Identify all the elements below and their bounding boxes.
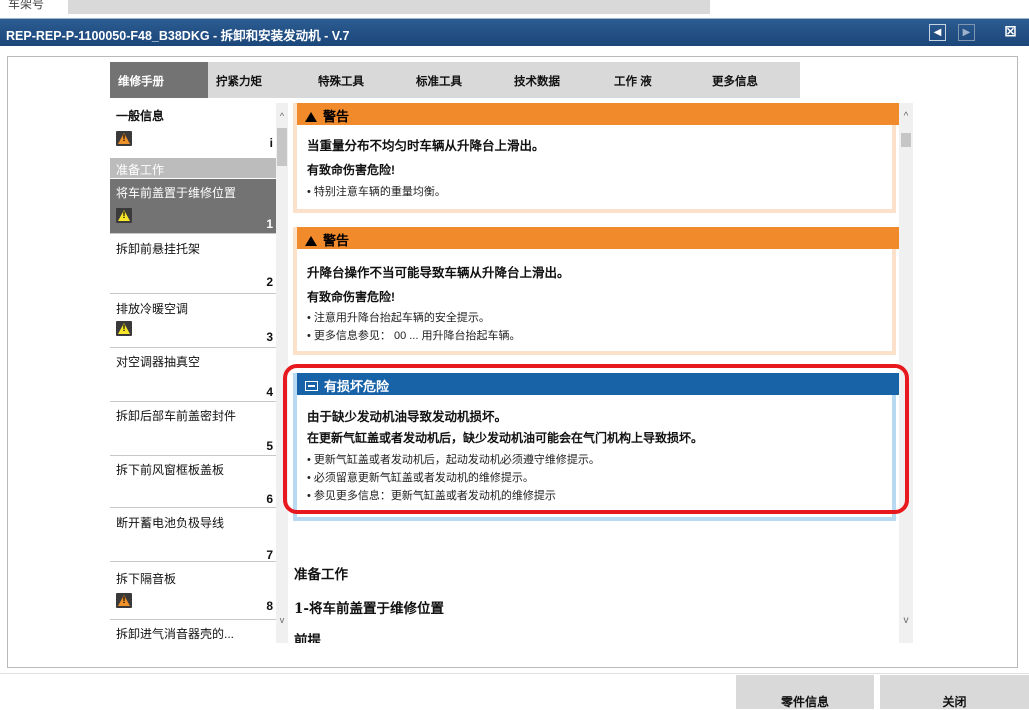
scroll-down-icon[interactable]: v — [276, 615, 288, 625]
warning-panel-2: 警告 升降台操作不当可能导致车辆从升降台上滑出。 有致命伤害危险! • 注意用升… — [293, 227, 899, 355]
note-icon — [305, 381, 318, 391]
prerequisite-title: 前提 — [294, 633, 321, 643]
bullet-text: • 注意用升降台抬起车辆的安全提示。 — [307, 312, 490, 324]
previous-icon[interactable]: ◀ — [929, 24, 946, 41]
bullet-text: • 更多信息参见： 00 ... 用升降台抬起车辆。 — [307, 330, 521, 342]
section-title: 准备工作 — [294, 567, 348, 583]
step-number: 7 — [266, 548, 273, 562]
notice-title: 有损坏危险 — [324, 380, 390, 395]
step-number: 6 — [266, 492, 273, 506]
list-item-step-9[interactable]: 拆卸进气消音器壳的... — [110, 619, 277, 643]
general-label: 一般信息 — [116, 109, 165, 123]
step-label: 断开蓄电池负极导线 — [116, 516, 225, 530]
warning-header: 警告 — [297, 227, 899, 249]
danger-text: 有致命伤害危险! — [307, 163, 395, 177]
damage-notice-panel: 有损坏危险 由于缺少发动机油导致发动机损坏。 在更新气缸盖或者发动机后，缺少发动… — [293, 373, 899, 521]
notice-text: 由于缺少发动机油导致发动机损坏。 — [307, 409, 508, 424]
bullet-text: • 特别注意车辆的重量均衡。 — [307, 186, 446, 198]
tab-torque[interactable]: 拧紧力矩 — [208, 62, 306, 98]
warning-orange-icon — [116, 131, 132, 146]
step-label: 对空调器抽真空 — [116, 355, 201, 369]
step-number: 8 — [266, 599, 273, 613]
tab-special-tools[interactable]: 特殊工具 — [310, 62, 408, 98]
warning-text: 当重量分布不均匀时车辆从升降台上滑出。 — [307, 138, 545, 153]
step-label: 拆卸进气消音器壳的... — [116, 627, 235, 641]
footer-divider — [0, 673, 1029, 674]
tab-more-info[interactable]: 更多信息 — [704, 62, 800, 98]
next-icon[interactable]: ▶ — [958, 24, 975, 41]
tab-fluids[interactable]: 工作 液 — [606, 62, 704, 98]
step-label: 排放冷暖空调 — [116, 302, 189, 316]
list-item-step-7[interactable]: 断开蓄电池负极导线 7 — [110, 507, 277, 565]
content-scrollbar[interactable]: ^ v — [899, 103, 913, 643]
step-list-scrollbar[interactable]: ^ v — [276, 103, 288, 643]
list-item-step-4[interactable]: 对空调器抽真空 4 — [110, 347, 277, 401]
list-item-general[interactable]: 一般信息 i — [110, 103, 277, 158]
title-bar: REP-REP-P-1100050-F48_B38DKG - 拆卸和安装发动机 … — [0, 19, 1029, 46]
vin-field — [68, 0, 710, 14]
step-label: 拆卸前悬挂托架 — [116, 242, 201, 256]
scroll-down-icon[interactable]: v — [899, 615, 913, 626]
scrollbar-thumb[interactable] — [901, 133, 911, 147]
step-number: 3 — [266, 330, 273, 344]
notice-header: 有损坏危险 — [297, 373, 899, 395]
tab-standard-tools[interactable]: 标准工具 — [408, 62, 506, 98]
list-item-step-1[interactable]: 将车前盖置于维修位置 1 — [110, 179, 277, 233]
warning-yellow-icon — [116, 321, 132, 336]
list-item-step-5[interactable]: 拆卸后部车前盖密封件 5 — [110, 401, 277, 455]
parts-info-button[interactable]: 零件信息 — [736, 675, 874, 709]
warning-title: 警告 — [323, 110, 350, 125]
bullet-text: • 更新气缸盖或者发动机后，起动发动机必须遵守维修提示。 — [307, 454, 600, 466]
close-icon[interactable]: ⊠ — [1002, 24, 1019, 41]
danger-text: 有致命伤害危险! — [307, 290, 395, 304]
top-header: 车架号 — [0, 0, 1029, 19]
scrollbar-thumb[interactable] — [277, 128, 287, 166]
step-list: 一般信息 i 准备工作 将车前盖置于维修位置 1 拆卸前悬挂托架 2 排放冷暖空… — [110, 103, 288, 643]
scroll-up-icon[interactable]: ^ — [276, 111, 288, 121]
step-label: 将车前盖置于维修位置 — [116, 186, 237, 200]
warning-header: 警告 — [297, 103, 899, 125]
step-label: 拆下隔音板 — [116, 572, 177, 586]
bullet-text: • 必须留意更新气缸盖或者发动机的维修提示。 — [307, 472, 534, 484]
step-number: 5 — [266, 439, 273, 453]
bullet-text: • 参见更多信息：更新气缸盖或者发动机的维修提示 — [307, 490, 556, 502]
list-item-step-6[interactable]: 拆下前风窗框板盖板 6 — [110, 455, 277, 507]
warning-panel-1: 警告 当重量分布不均匀时车辆从升降台上滑出。 有致命伤害危险! • 特别注意车辆… — [293, 103, 899, 213]
tab-bar: 维修手册 拧紧力矩 特殊工具 标准工具 技术数据 工作 液 更多信息 — [110, 62, 800, 98]
list-item-step-8[interactable]: 拆下隔音板 8 — [110, 561, 277, 619]
step-number: 4 — [266, 385, 273, 399]
warning-yellow-icon — [116, 208, 132, 223]
procedure-content: 警告 当重量分布不均匀时车辆从升降台上滑出。 有致命伤害危险! • 特别注意车辆… — [289, 103, 899, 643]
step-number: 2 — [266, 275, 273, 289]
warning-title: 警告 — [323, 234, 350, 249]
info-marker: i — [269, 136, 273, 150]
step-label: 拆卸后部车前盖密封件 — [116, 409, 237, 423]
list-header-preparation: 准备工作 — [110, 158, 277, 178]
tab-repair-manual[interactable]: 维修手册 — [110, 62, 208, 98]
notice-detail: 在更新气缸盖或者发动机后，缺少发动机油可能会在气门机构上导致损坏。 — [307, 431, 704, 445]
vin-label: 车架号 — [8, 0, 45, 11]
close-button[interactable]: 关闭 — [880, 675, 1029, 709]
list-item-step-3[interactable]: 排放冷暖空调 3 — [110, 293, 277, 347]
warning-text: 升降台操作不当可能导致车辆从升降台上滑出。 — [307, 265, 570, 280]
scroll-up-icon[interactable]: ^ — [899, 111, 913, 122]
step-title: 1-将车前盖置于维修位置 — [294, 601, 444, 617]
step-number: 1 — [266, 217, 273, 231]
warning-orange-icon — [116, 593, 132, 608]
tab-technical-data[interactable]: 技术数据 — [506, 62, 604, 98]
window-title: REP-REP-P-1100050-F48_B38DKG - 拆卸和安装发动机 … — [6, 29, 350, 43]
list-item-step-2[interactable]: 拆卸前悬挂托架 2 — [110, 233, 277, 293]
warning-triangle-icon — [305, 236, 317, 246]
warning-triangle-icon — [305, 112, 317, 122]
prep-header-label: 准备工作 — [116, 163, 165, 177]
step-label: 拆下前风窗框板盖板 — [116, 463, 225, 477]
